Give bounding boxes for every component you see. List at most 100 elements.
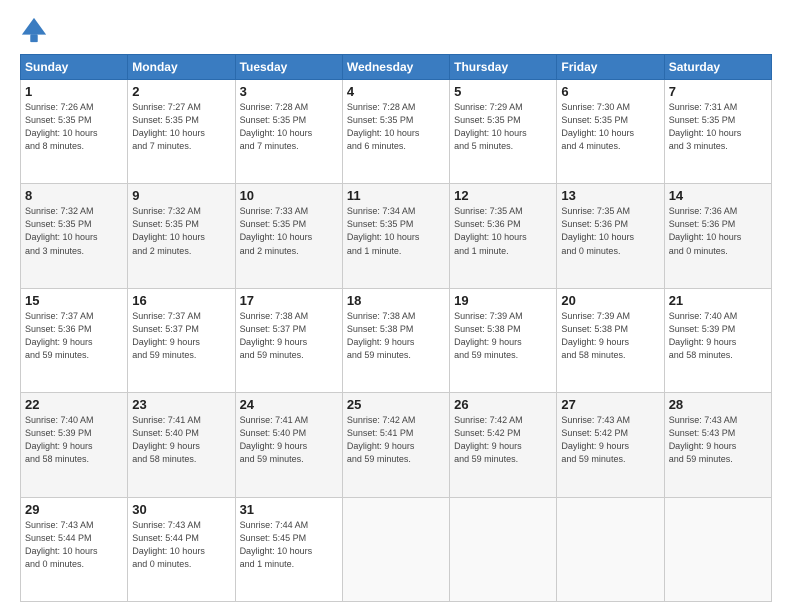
day-number: 29 <box>25 502 123 517</box>
day-info: Sunrise: 7:44 AM Sunset: 5:45 PM Dayligh… <box>240 519 338 571</box>
calendar-cell: 17 Sunrise: 7:38 AM Sunset: 5:37 PM Dayli… <box>235 288 342 392</box>
day-number: 17 <box>240 293 338 308</box>
day-info: Sunrise: 7:29 AM Sunset: 5:35 PM Dayligh… <box>454 101 552 153</box>
weekday-header-row: SundayMondayTuesdayWednesdayThursdayFrid… <box>21 55 772 80</box>
calendar-cell <box>664 497 771 601</box>
calendar-cell: 4 Sunrise: 7:28 AM Sunset: 5:35 PM Daylig… <box>342 80 449 184</box>
calendar-cell: 30Sunrise: 7:43 AM Sunset: 5:44 PM Dayli… <box>128 497 235 601</box>
weekday-thursday: Thursday <box>450 55 557 80</box>
day-info: Sunrise: 7:42 AM Sunset: 5:41 PM Dayligh… <box>347 414 445 466</box>
day-info: Sunrise: 7:30 AM Sunset: 5:35 PM Dayligh… <box>561 101 659 153</box>
day-number: 3 <box>240 84 338 99</box>
logo <box>20 16 52 44</box>
day-info: Sunrise: 7:28 AM Sunset: 5:35 PM Dayligh… <box>347 101 445 153</box>
day-number: 20 <box>561 293 659 308</box>
day-number: 10 <box>240 188 338 203</box>
calendar-cell: 8 Sunrise: 7:32 AM Sunset: 5:35 PM Daylig… <box>21 184 128 288</box>
day-number: 6 <box>561 84 659 99</box>
day-number: 13 <box>561 188 659 203</box>
calendar-cell: 18Sunrise: 7:38 AM Sunset: 5:38 PM Dayli… <box>342 288 449 392</box>
calendar-cell: 26 Sunrise: 7:42 AM Sunset: 5:42 PM Dayli… <box>450 393 557 497</box>
day-number: 7 <box>669 84 767 99</box>
calendar-cell <box>342 497 449 601</box>
day-info: Sunrise: 7:38 AM Sunset: 5:38 PM Dayligh… <box>347 310 445 362</box>
day-number: 22 <box>25 397 123 412</box>
day-info: Sunrise: 7:38 AM Sunset: 5:37 PM Dayligh… <box>240 310 338 362</box>
day-info: Sunrise: 7:43 AM Sunset: 5:43 PM Dayligh… <box>669 414 767 466</box>
day-number: 19 <box>454 293 552 308</box>
calendar-cell: 10Sunrise: 7:33 AM Sunset: 5:35 PM Dayli… <box>235 184 342 288</box>
calendar-cell: 15 Sunrise: 7:37 AM Sunset: 5:36 PM Dayli… <box>21 288 128 392</box>
calendar-cell: 6 Sunrise: 7:30 AM Sunset: 5:35 PM Daylig… <box>557 80 664 184</box>
calendar-cell: 24Sunrise: 7:41 AM Sunset: 5:40 PM Dayli… <box>235 393 342 497</box>
calendar-cell: 21Sunrise: 7:40 AM Sunset: 5:39 PM Dayli… <box>664 288 771 392</box>
calendar-cell: 16 Sunrise: 7:37 AM Sunset: 5:37 PM Dayli… <box>128 288 235 392</box>
weekday-wednesday: Wednesday <box>342 55 449 80</box>
day-info: Sunrise: 7:40 AM Sunset: 5:39 PM Dayligh… <box>25 414 123 466</box>
day-info: Sunrise: 7:41 AM Sunset: 5:40 PM Dayligh… <box>132 414 230 466</box>
week-row-5: 29 Sunrise: 7:43 AM Sunset: 5:44 PM Dayli… <box>21 497 772 601</box>
day-info: Sunrise: 7:42 AM Sunset: 5:42 PM Dayligh… <box>454 414 552 466</box>
day-number: 12 <box>454 188 552 203</box>
day-info: Sunrise: 7:39 AM Sunset: 5:38 PM Dayligh… <box>454 310 552 362</box>
calendar-body: 1 Sunrise: 7:26 AM Sunset: 5:35 PM Daylig… <box>21 80 772 602</box>
header <box>20 16 772 44</box>
calendar-cell: 11 Sunrise: 7:34 AM Sunset: 5:35 PM Dayli… <box>342 184 449 288</box>
day-info: Sunrise: 7:34 AM Sunset: 5:35 PM Dayligh… <box>347 205 445 257</box>
calendar-cell: 29 Sunrise: 7:43 AM Sunset: 5:44 PM Dayli… <box>21 497 128 601</box>
calendar-cell: 20Sunrise: 7:39 AM Sunset: 5:38 PM Dayli… <box>557 288 664 392</box>
day-number: 4 <box>347 84 445 99</box>
weekday-tuesday: Tuesday <box>235 55 342 80</box>
day-info: Sunrise: 7:26 AM Sunset: 5:35 PM Dayligh… <box>25 101 123 153</box>
day-info: Sunrise: 7:37 AM Sunset: 5:36 PM Dayligh… <box>25 310 123 362</box>
day-info: Sunrise: 7:36 AM Sunset: 5:36 PM Dayligh… <box>669 205 767 257</box>
day-info: Sunrise: 7:43 AM Sunset: 5:44 PM Dayligh… <box>25 519 123 571</box>
calendar-cell <box>450 497 557 601</box>
day-info: Sunrise: 7:27 AM Sunset: 5:35 PM Dayligh… <box>132 101 230 153</box>
weekday-monday: Monday <box>128 55 235 80</box>
calendar-cell: 13 Sunrise: 7:35 AM Sunset: 5:36 PM Dayli… <box>557 184 664 288</box>
weekday-sunday: Sunday <box>21 55 128 80</box>
day-number: 27 <box>561 397 659 412</box>
day-number: 5 <box>454 84 552 99</box>
calendar-cell: 31 Sunrise: 7:44 AM Sunset: 5:45 PM Dayli… <box>235 497 342 601</box>
calendar-cell <box>557 497 664 601</box>
day-number: 26 <box>454 397 552 412</box>
day-number: 9 <box>132 188 230 203</box>
day-number: 14 <box>669 188 767 203</box>
day-number: 15 <box>25 293 123 308</box>
calendar-cell: 7Sunrise: 7:31 AM Sunset: 5:35 PM Daylig… <box>664 80 771 184</box>
day-info: Sunrise: 7:32 AM Sunset: 5:35 PM Dayligh… <box>132 205 230 257</box>
calendar-cell: 22 Sunrise: 7:40 AM Sunset: 5:39 PM Dayli… <box>21 393 128 497</box>
calendar-cell: 9 Sunrise: 7:32 AM Sunset: 5:35 PM Daylig… <box>128 184 235 288</box>
day-info: Sunrise: 7:32 AM Sunset: 5:35 PM Dayligh… <box>25 205 123 257</box>
calendar-cell: 28Sunrise: 7:43 AM Sunset: 5:43 PM Dayli… <box>664 393 771 497</box>
day-number: 11 <box>347 188 445 203</box>
week-row-1: 1 Sunrise: 7:26 AM Sunset: 5:35 PM Daylig… <box>21 80 772 184</box>
day-info: Sunrise: 7:35 AM Sunset: 5:36 PM Dayligh… <box>454 205 552 257</box>
day-number: 21 <box>669 293 767 308</box>
calendar-cell: 2 Sunrise: 7:27 AM Sunset: 5:35 PM Daylig… <box>128 80 235 184</box>
day-number: 8 <box>25 188 123 203</box>
week-row-4: 22 Sunrise: 7:40 AM Sunset: 5:39 PM Dayli… <box>21 393 772 497</box>
calendar-cell: 5 Sunrise: 7:29 AM Sunset: 5:35 PM Daylig… <box>450 80 557 184</box>
day-number: 24 <box>240 397 338 412</box>
calendar-cell: 27 Sunrise: 7:43 AM Sunset: 5:42 PM Dayli… <box>557 393 664 497</box>
day-info: Sunrise: 7:43 AM Sunset: 5:42 PM Dayligh… <box>561 414 659 466</box>
day-info: Sunrise: 7:35 AM Sunset: 5:36 PM Dayligh… <box>561 205 659 257</box>
calendar: SundayMondayTuesdayWednesdayThursdayFrid… <box>20 54 772 602</box>
day-number: 2 <box>132 84 230 99</box>
day-number: 23 <box>132 397 230 412</box>
calendar-cell: 23 Sunrise: 7:41 AM Sunset: 5:40 PM Dayli… <box>128 393 235 497</box>
day-number: 31 <box>240 502 338 517</box>
calendar-cell: 14 Sunrise: 7:36 AM Sunset: 5:36 PM Dayli… <box>664 184 771 288</box>
day-number: 1 <box>25 84 123 99</box>
day-number: 25 <box>347 397 445 412</box>
day-number: 16 <box>132 293 230 308</box>
day-info: Sunrise: 7:37 AM Sunset: 5:37 PM Dayligh… <box>132 310 230 362</box>
weekday-friday: Friday <box>557 55 664 80</box>
calendar-cell: 19 Sunrise: 7:39 AM Sunset: 5:38 PM Dayli… <box>450 288 557 392</box>
logo-icon <box>20 16 48 44</box>
calendar-cell: 25 Sunrise: 7:42 AM Sunset: 5:41 PM Dayli… <box>342 393 449 497</box>
day-info: Sunrise: 7:28 AM Sunset: 5:35 PM Dayligh… <box>240 101 338 153</box>
